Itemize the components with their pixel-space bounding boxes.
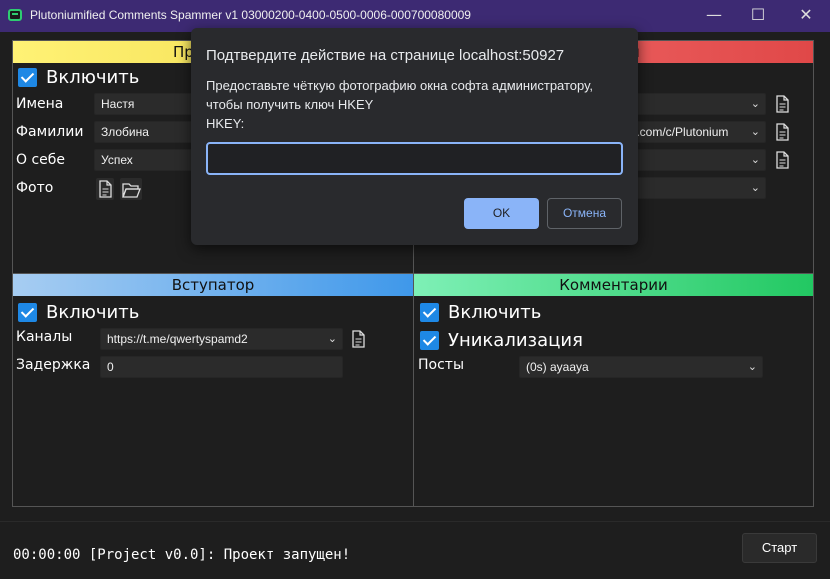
right-select-2[interactable]: be.com/c/Plutonium ⌄ xyxy=(620,121,766,143)
surnames-select[interactable]: Злобина xyxy=(94,121,194,143)
comments-enable-checkbox[interactable] xyxy=(420,303,439,322)
about-select[interactable]: Успех xyxy=(94,149,194,171)
dialog-message-line: чтобы получить ключ HKEY xyxy=(206,97,374,112)
names-label: Имена xyxy=(16,96,64,112)
delay-label: Задержка xyxy=(16,357,91,373)
joiner-panel-header: Вступатор xyxy=(13,274,413,296)
status-log: 00:00:00 [Project v0.0]: Проект запущен! xyxy=(13,547,351,563)
app-icon xyxy=(8,9,22,21)
right-select-4[interactable]: ⌄ xyxy=(620,177,766,199)
right-select-3[interactable]: ⌄ xyxy=(620,149,766,171)
posts-label: Посты xyxy=(418,357,464,373)
divider xyxy=(12,506,814,507)
maximize-button[interactable]: ☐ xyxy=(736,0,780,32)
posts-select[interactable]: (0s) ayaaya ⌄ xyxy=(519,356,763,378)
file-icon[interactable] xyxy=(773,93,791,115)
cancel-button[interactable]: Отмена xyxy=(547,198,622,229)
close-button[interactable]: ✕ xyxy=(784,0,828,32)
file-icon[interactable] xyxy=(96,178,114,200)
surnames-label: Фамилии xyxy=(16,124,84,140)
channels-label: Каналы xyxy=(16,329,73,345)
file-icon[interactable] xyxy=(773,121,791,143)
folder-open-icon[interactable] xyxy=(120,178,142,200)
dialog-message-line: HKEY: xyxy=(206,116,245,131)
minimize-button[interactable]: — xyxy=(692,0,736,32)
profile-enable-checkbox[interactable] xyxy=(18,68,37,87)
window-title: Plutoniumified Comments Spammer v1 03000… xyxy=(30,8,471,22)
comments-enable-label: Включить xyxy=(448,302,542,323)
right-select-1[interactable]: ⌄ xyxy=(620,93,766,115)
names-select[interactable]: Настя xyxy=(94,93,194,115)
joiner-enable-checkbox[interactable] xyxy=(18,303,37,322)
file-icon[interactable] xyxy=(349,328,367,350)
dialog-message-line: Предоставьте чёткую фотографию окна софт… xyxy=(206,78,593,93)
ok-button[interactable]: OK xyxy=(464,198,539,229)
uniqueize-label: Уникализация xyxy=(448,330,583,351)
hkey-input[interactable] xyxy=(206,142,623,175)
delay-input[interactable]: 0 xyxy=(100,356,343,378)
comments-panel-header: Комментарии xyxy=(414,274,813,296)
joiner-enable-label: Включить xyxy=(46,302,140,323)
photo-label: Фото xyxy=(16,180,54,196)
start-button[interactable]: Старт xyxy=(742,533,817,563)
channels-select[interactable]: https://t.me/qwertyspamd2 ⌄ xyxy=(100,328,343,350)
about-label: О себе xyxy=(16,152,66,168)
dialog-message: Предоставьте чёткую фотографию окна софт… xyxy=(206,76,593,133)
confirm-dialog: Подтвердите действие на странице localho… xyxy=(191,28,638,245)
profile-enable-label: Включить xyxy=(46,67,140,88)
file-icon[interactable] xyxy=(773,149,791,171)
divider xyxy=(0,521,830,522)
dialog-title: Подтвердите действие на странице localho… xyxy=(206,47,565,64)
uniqueize-checkbox[interactable] xyxy=(420,331,439,350)
